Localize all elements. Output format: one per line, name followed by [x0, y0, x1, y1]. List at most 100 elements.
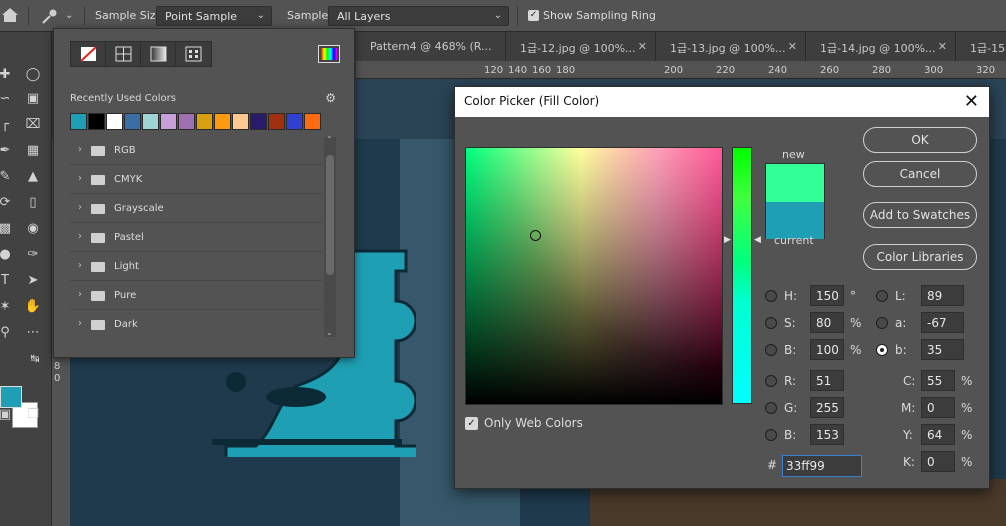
crop-tool-icon[interactable]: ┌ — [0, 116, 14, 134]
color-slider[interactable] — [732, 147, 752, 404]
blur-tool-icon[interactable]: ◉ — [24, 220, 42, 238]
shape-tool-icon[interactable]: ✶ — [0, 298, 14, 316]
document-tab[interactable]: 1급-15... — [956, 32, 1006, 61]
quick-mask-icon[interactable]: ▣ — [0, 406, 14, 424]
recent-color-swatch[interactable] — [178, 113, 195, 130]
marquee-tool-icon[interactable]: ◯ — [24, 66, 42, 84]
pen-tool-icon[interactable]: ✑ — [24, 246, 42, 264]
recent-color-swatch[interactable] — [124, 113, 141, 130]
dodge-tool-icon[interactable]: ● — [0, 246, 14, 264]
color-field[interactable] — [465, 147, 723, 405]
blue-radio[interactable] — [765, 429, 777, 441]
magenta-field[interactable]: 0 — [921, 397, 955, 418]
show-sampling-ring-checkbox[interactable]: ✓ — [528, 10, 539, 21]
swatches-grid-icon[interactable] — [106, 42, 141, 66]
chevron-right-icon[interactable]: › — [78, 231, 82, 242]
gradient-icon[interactable] — [141, 42, 176, 66]
recent-color-swatch[interactable] — [250, 113, 267, 130]
swatch-group[interactable]: › Pure — [70, 282, 322, 310]
brightness-field[interactable]: 100 — [810, 339, 844, 360]
recent-color-swatch[interactable] — [232, 113, 249, 130]
document-tab[interactable]: 1급-12.jpg @ 100%... ✕ — [506, 32, 656, 61]
chevron-right-icon[interactable]: › — [78, 289, 82, 300]
chevron-right-icon[interactable]: › — [78, 260, 82, 271]
home-icon[interactable] — [0, 4, 20, 26]
add-to-swatches-button[interactable]: Add to Swatches — [863, 202, 977, 228]
cyan-field[interactable]: 55 — [921, 370, 955, 391]
no-color-swatch-button[interactable] — [71, 42, 106, 66]
chevron-right-icon[interactable]: › — [78, 173, 82, 184]
chevron-right-icon[interactable]: › — [78, 318, 82, 329]
recent-color-swatch[interactable] — [88, 113, 105, 130]
healing-brush-tool-icon[interactable]: ▦ — [24, 142, 42, 160]
blue-field[interactable]: 153 — [810, 424, 844, 445]
gradient-tool-icon[interactable]: ▩ — [0, 220, 14, 238]
lab-l-radio[interactable] — [876, 290, 888, 302]
more-tools-icon[interactable]: ⋯ — [24, 324, 42, 342]
slider-handle-icon[interactable]: ◀ — [754, 235, 761, 245]
clone-stamp-tool-icon[interactable]: ▲ — [24, 168, 42, 186]
hue-field[interactable]: 150 — [810, 285, 844, 306]
close-icon[interactable]: ✕ — [938, 40, 947, 53]
cancel-button[interactable]: Cancel — [863, 161, 977, 187]
document-tab[interactable]: 1급-14.jpg @ 100%... ✕ — [806, 32, 956, 61]
swatch-group[interactable]: › RGB — [70, 137, 322, 165]
color-libraries-button[interactable]: Color Libraries — [863, 244, 977, 270]
recent-color-swatch[interactable] — [286, 113, 303, 130]
scrollbar-thumb[interactable] — [326, 155, 334, 275]
scroll-up-icon[interactable]: ⌃ — [326, 135, 333, 144]
eyedropper-icon[interactable] — [40, 6, 60, 26]
swatch-group[interactable]: › Grayscale — [70, 195, 322, 223]
hand-tool-icon[interactable]: ✋ — [24, 298, 42, 316]
hue-radio[interactable] — [765, 290, 777, 302]
history-brush-tool-icon[interactable]: ⟳ — [0, 194, 14, 212]
eraser-tool-icon[interactable]: ▯ — [24, 194, 42, 212]
swatch-group[interactable]: › Pastel — [70, 224, 322, 252]
scrollbar[interactable]: ⌃ ⌄ — [324, 135, 336, 337]
slider-handle-icon[interactable]: ▶ — [724, 235, 731, 245]
recent-color-swatch[interactable] — [304, 113, 321, 130]
swatch-group[interactable]: › CMYK — [70, 166, 322, 194]
lab-b-radio[interactable] — [876, 344, 888, 356]
close-icon[interactable]: ✕ — [788, 40, 797, 53]
chevron-right-icon[interactable]: › — [78, 144, 82, 155]
lab-a-field[interactable]: -67 — [921, 312, 964, 333]
sample-select[interactable]: All Layers ⌄ — [328, 6, 509, 26]
path-selection-tool-icon[interactable]: ➤ — [24, 272, 42, 290]
saturation-field[interactable]: 80 — [810, 312, 844, 333]
recent-color-swatch[interactable] — [196, 113, 213, 130]
lab-l-field[interactable]: 89 — [921, 285, 964, 306]
chevron-right-icon[interactable]: › — [78, 202, 82, 213]
document-tab[interactable]: 1급-13.jpg @ 100%... ✕ — [656, 32, 806, 61]
chevron-down-icon[interactable]: ⌄ — [65, 10, 73, 21]
red-field[interactable]: 51 — [810, 370, 844, 391]
brightness-radio[interactable] — [765, 344, 777, 356]
eyedropper-tool-icon[interactable]: ✒ — [0, 142, 14, 160]
saturation-radio[interactable] — [765, 317, 777, 329]
close-icon[interactable]: ✕ — [964, 91, 979, 112]
recent-color-swatch[interactable] — [160, 113, 177, 130]
swatch-group[interactable]: › Dark — [70, 311, 322, 339]
screen-mode-icon[interactable]: ❐ — [24, 406, 42, 424]
yellow-field[interactable]: 64 — [921, 424, 955, 445]
move-tool-icon[interactable]: ✚ — [0, 66, 14, 84]
hex-field[interactable]: 33ff99 — [782, 455, 862, 477]
gear-icon[interactable]: ⚙ — [325, 91, 336, 105]
green-field[interactable]: 255 — [810, 397, 844, 418]
document-tab[interactable]: Pattern4 @ 468% (R... — [356, 32, 506, 61]
type-tool-icon[interactable]: T — [0, 272, 14, 290]
sample-size-select[interactable]: Point Sample ⌄ — [156, 6, 272, 26]
color-field-marker[interactable] — [530, 230, 541, 241]
close-icon[interactable]: ✕ — [638, 40, 647, 53]
frame-tool-icon[interactable]: ⌧ — [24, 116, 42, 134]
scroll-down-icon[interactable]: ⌄ — [326, 328, 333, 337]
only-web-colors-checkbox[interactable]: ✓ — [465, 417, 478, 430]
black-field[interactable]: 0 — [921, 451, 955, 472]
recent-color-swatch[interactable] — [106, 113, 123, 130]
green-radio[interactable] — [765, 402, 777, 414]
recent-color-swatch[interactable] — [70, 113, 87, 130]
lab-a-radio[interactable] — [876, 317, 888, 329]
lab-b-field[interactable]: 35 — [921, 339, 964, 360]
swap-colors-icon[interactable]: ↹ — [26, 350, 44, 368]
recent-color-swatch[interactable] — [268, 113, 285, 130]
